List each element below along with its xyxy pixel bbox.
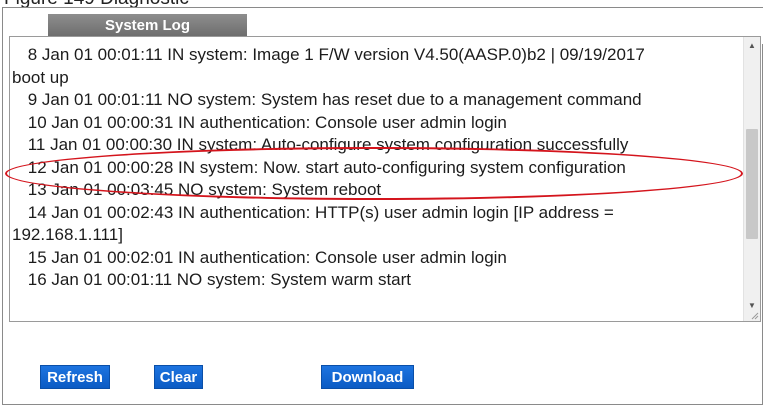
log-entry: 16 Jan 01 00:01:11 NO system: System war… <box>10 269 750 292</box>
log-entry-text: 15 Jan 01 00:02:01 IN authentication: Co… <box>23 247 507 267</box>
log-entry-text: 10 Jan 01 00:00:31 IN authentication: Co… <box>23 112 507 132</box>
log-entry: 10 Jan 01 00:00:31 IN authentication: Co… <box>10 112 750 135</box>
vertical-scrollbar[interactable]: ▲ ▼ <box>743 37 760 321</box>
log-entry-text: 12 Jan 01 00:00:28 IN system: Now. start… <box>23 157 626 177</box>
log-entry: 9 Jan 01 00:01:11 NO system: System has … <box>10 89 750 112</box>
log-entry-text: 14 Jan 01 00:02:43 IN authentication: HT… <box>23 202 614 222</box>
log-entry-text: 8 Jan 01 00:01:11 IN system: Image 1 F/W… <box>23 45 645 64</box>
log-entry-text: 9 Jan 01 00:01:11 NO system: System has … <box>23 90 642 109</box>
resize-grip-icon[interactable] <box>749 310 759 320</box>
panel-title: System Log <box>48 14 247 36</box>
system-log-textarea[interactable]: 8 Jan 01 00:01:11 IN system: Image 1 F/W… <box>9 36 761 322</box>
log-entry: 15 Jan 01 00:02:01 IN authentication: Co… <box>10 247 750 270</box>
log-entry-text: 11 Jan 01 00:00:30 IN system: Auto-confi… <box>23 135 629 154</box>
button-bar: Refresh Clear Download <box>9 345 761 403</box>
log-entry-text: 16 Jan 01 00:01:11 NO system: System war… <box>23 270 412 289</box>
log-entry-continuation: 192.168.1.111] <box>12 225 123 244</box>
log-entry: 13 Jan 01 00:03:45 NO system: System reb… <box>10 179 750 202</box>
scroll-thumb[interactable] <box>746 129 758 239</box>
download-button[interactable]: Download <box>321 365 414 389</box>
log-entry: 11 Jan 01 00:00:30 IN system: Auto-confi… <box>10 134 750 157</box>
log-entry-continuation: boot up <box>12 67 69 87</box>
log-entry: 12 Jan 01 00:00:28 IN system: Now. start… <box>10 157 750 180</box>
log-lines: 8 Jan 01 00:01:11 IN system: Image 1 F/W… <box>10 44 750 292</box>
log-entry: 14 Jan 01 00:02:43 IN authentication: HT… <box>10 202 750 247</box>
refresh-button[interactable]: Refresh <box>40 365 110 389</box>
log-entry-text: 13 Jan 01 00:03:45 NO system: System reb… <box>23 180 382 199</box>
clear-button[interactable]: Clear <box>154 365 203 389</box>
scroll-up-arrow-icon[interactable]: ▲ <box>744 37 760 53</box>
log-entry: 8 Jan 01 00:01:11 IN system: Image 1 F/W… <box>10 44 750 89</box>
